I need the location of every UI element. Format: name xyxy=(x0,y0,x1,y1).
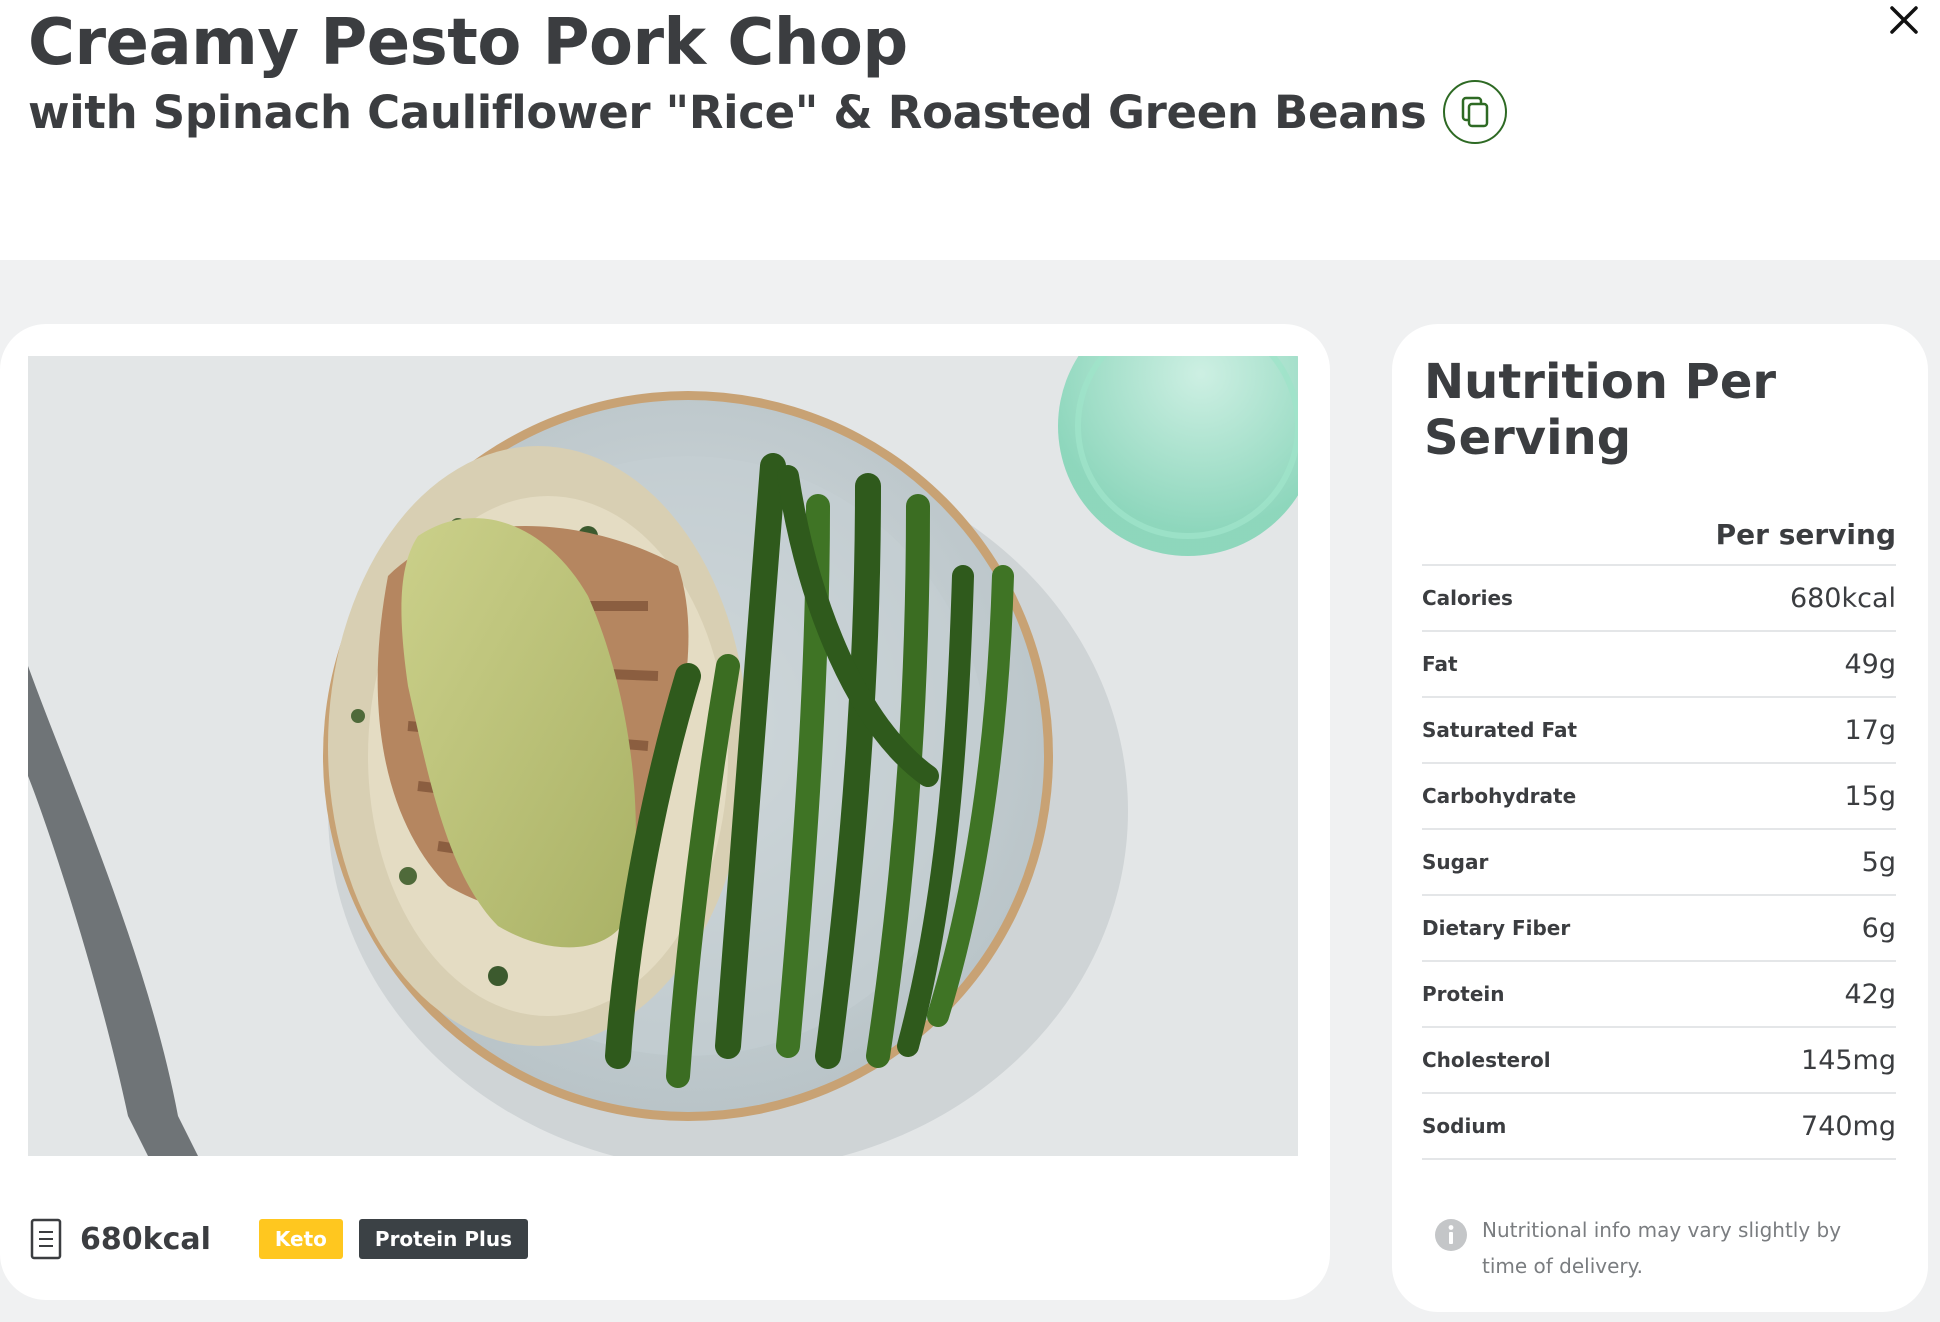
recipe-photo xyxy=(28,356,1298,1156)
recipe-image-card: 680kcal Keto Protein Plus xyxy=(0,324,1330,1300)
tag-protein-plus: Protein Plus xyxy=(358,1219,529,1259)
nutrition-card: Nutrition Per Serving Per serving Calori… xyxy=(1392,324,1928,1312)
nutrition-row-cholesterol: Cholesterol 145mg xyxy=(1422,1028,1896,1094)
nutrition-value: 42g xyxy=(1844,978,1897,1010)
recipe-subtitle: with Spinach Cauliflower "Rice" & Roaste… xyxy=(28,85,1427,139)
calories-label: 680kcal xyxy=(80,1221,211,1257)
nutrition-row-calories: Calories 680kcal xyxy=(1422,566,1896,632)
nutrition-value: 5g xyxy=(1861,846,1896,878)
recipe-header: Creamy Pesto Pork Chop with Spinach Caul… xyxy=(0,0,1940,260)
nutrition-row-sodium: Sodium 740mg xyxy=(1422,1094,1896,1160)
nutrition-value: 49g xyxy=(1844,648,1897,680)
nutrition-row-fat: Fat 49g xyxy=(1422,632,1896,698)
nutrition-disclaimer: Nutritional info may vary slightly by ti… xyxy=(1434,1212,1872,1284)
copy-icon xyxy=(1461,96,1488,128)
nutrition-label: Sugar xyxy=(1422,850,1489,874)
close-icon xyxy=(1890,6,1918,34)
nutrition-title: Nutrition Per Serving xyxy=(1424,354,1777,466)
nutrition-label: Fat xyxy=(1422,652,1458,676)
nutrition-label: Dietary Fiber xyxy=(1422,916,1571,940)
nutrition-row-sugar: Sugar 5g xyxy=(1422,830,1896,896)
recipe-photo-illustration xyxy=(28,356,1298,1156)
subtitle-row: with Spinach Cauliflower "Rice" & Roaste… xyxy=(28,80,1507,144)
info-icon xyxy=(1435,1219,1467,1251)
nutrition-value: 680kcal xyxy=(1789,582,1896,614)
nutrition-value: 145mg xyxy=(1801,1044,1896,1076)
disclaimer-text: Nutritional info may vary slightly by ti… xyxy=(1482,1218,1842,1278)
nutrition-label: Sodium xyxy=(1422,1114,1507,1138)
nutrition-label: Calories xyxy=(1422,586,1513,610)
nutrition-label: Saturated Fat xyxy=(1422,718,1578,742)
tag-keto: Keto xyxy=(258,1219,343,1259)
nutrition-value: 6g xyxy=(1861,912,1896,944)
nutrition-row-carbohydrate: Carbohydrate 15g xyxy=(1422,764,1896,830)
nutrition-column-header: Per serving xyxy=(1422,504,1896,566)
nutrition-row-dietary-fiber: Dietary Fiber 6g xyxy=(1422,896,1896,962)
nutrition-row-saturated-fat: Saturated Fat 17g xyxy=(1422,698,1896,764)
nutrition-label: Protein xyxy=(1422,982,1505,1006)
nutrition-value: 17g xyxy=(1844,714,1897,746)
nutrition-label: Cholesterol xyxy=(1422,1048,1551,1072)
copy-button[interactable] xyxy=(1442,80,1507,144)
nutrition-value: 15g xyxy=(1844,780,1897,812)
nutrition-label: Carbohydrate xyxy=(1422,784,1577,808)
nutrition-value: 740mg xyxy=(1801,1110,1896,1142)
nutrition-table: Per serving Calories 680kcal Fat 49g Sat… xyxy=(1422,504,1896,1160)
close-button[interactable] xyxy=(1884,0,1924,40)
recipe-meta: 680kcal Keto Protein Plus xyxy=(30,1204,529,1274)
recipe-title: Creamy Pesto Pork Chop xyxy=(28,6,908,80)
recipe-card-icon xyxy=(30,1218,62,1260)
nutrition-row-protein: Protein 42g xyxy=(1422,962,1896,1028)
